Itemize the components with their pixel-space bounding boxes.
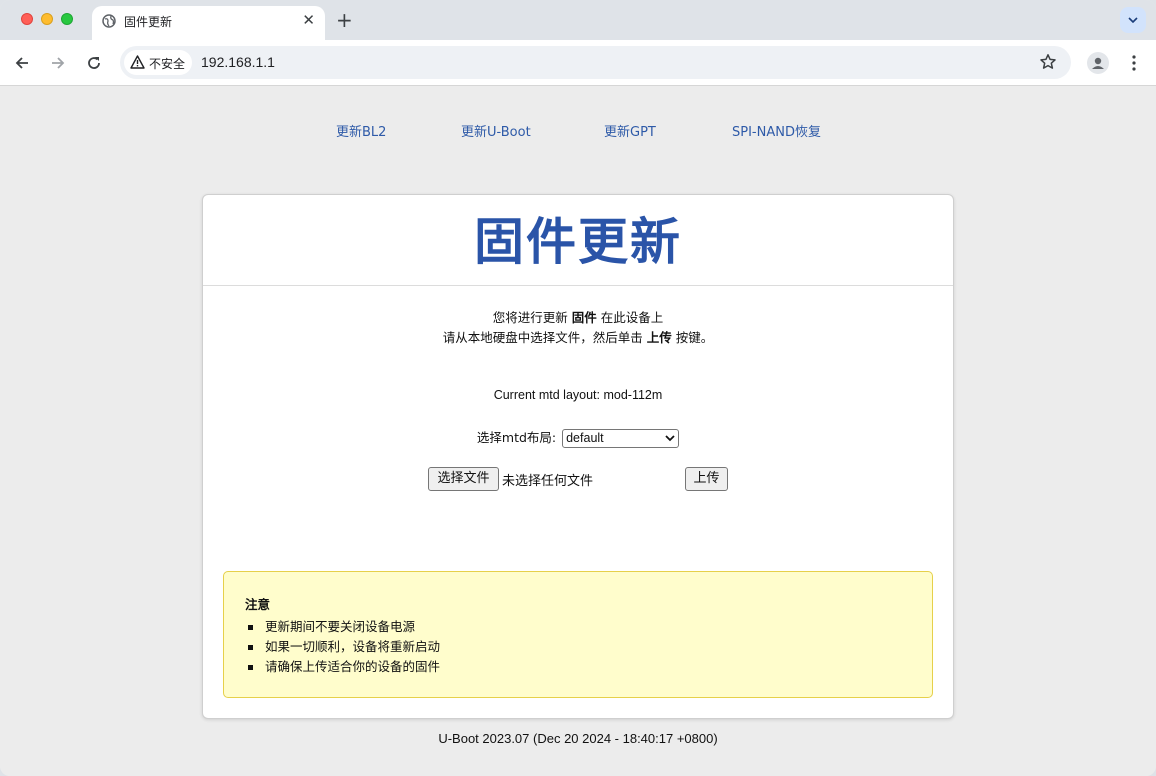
browser-window: 固件更新 ✕ + 不安全 192.168.1.1 更新BL2 更新U-Boot …	[0, 0, 1156, 776]
url-text[interactable]: 192.168.1.1	[201, 54, 275, 70]
tab-active[interactable]: 固件更新 ✕	[92, 6, 325, 40]
top-navigation: 更新BL2 更新U-Boot 更新GPT SPI-NAND恢复	[0, 121, 1156, 141]
page-content: 更新BL2 更新U-Boot 更新GPT SPI-NAND恢复 固件更新 您将进…	[0, 87, 1156, 776]
notice-heading: 注意	[245, 597, 271, 612]
nav-link-update-gpt[interactable]: 更新GPT	[604, 121, 656, 140]
intro-line-1-post: 在此设备上	[596, 310, 664, 325]
person-icon	[1092, 57, 1104, 69]
card-header: 固件更新	[203, 195, 953, 286]
back-arrow-icon[interactable]	[13, 54, 31, 72]
list-item: 更新期间不要关闭设备电源	[245, 617, 440, 637]
globe-icon	[102, 14, 116, 28]
firmware-update-card: 固件更新 您将进行更新 固件 在此设备上 请从本地硬盘中选择文件，然后单击 上传…	[202, 194, 954, 719]
intro-line-2-pre: 请从本地硬盘中选择文件，然后单击	[442, 330, 647, 345]
more-vert-icon[interactable]	[1126, 53, 1142, 73]
reload-icon[interactable]	[85, 54, 103, 72]
intro-line-1-bold: 固件	[571, 310, 597, 325]
close-window-button[interactable]	[21, 13, 33, 25]
nav-link-update-bl2[interactable]: 更新BL2	[336, 121, 386, 140]
intro-line-2-bold: 上传	[646, 330, 672, 345]
address-bar[interactable]: 不安全 192.168.1.1	[120, 46, 1071, 79]
layout-select-row: 选择mtd布局: default	[203, 427, 953, 448]
nav-link-spi-nand-recovery[interactable]: SPI-NAND恢复	[732, 121, 821, 140]
layout-select-label: 选择mtd布局:	[476, 430, 557, 445]
page-title: 固件更新	[474, 213, 682, 271]
layout-select-value: default	[566, 431, 604, 445]
browser-toolbar: 不安全 192.168.1.1	[0, 40, 1156, 86]
notice-box: 注意 更新期间不要关闭设备电源 如果一切顺利，设备将重新启动 请确保上传适合你的…	[223, 571, 933, 698]
intro-line-1: 您将进行更新 固件 在此设备上	[203, 308, 953, 328]
list-item: 如果一切顺利，设备将重新启动	[245, 637, 440, 657]
close-tab-icon[interactable]: ✕	[302, 11, 315, 29]
security-chip[interactable]: 不安全	[124, 50, 192, 75]
chevron-down-icon	[1128, 17, 1138, 23]
forward-arrow-icon[interactable]	[49, 54, 67, 72]
bookmark-star-icon[interactable]	[1039, 53, 1057, 71]
tab-search-button[interactable]	[1120, 7, 1146, 33]
upload-row: 选择文件 未选择任何文件 上传	[203, 467, 953, 491]
intro-line-2-post: 按键。	[671, 330, 714, 345]
list-item: 请确保上传适合你的设备的固件	[245, 657, 440, 677]
no-file-text: 未选择任何文件	[502, 474, 594, 489]
tab-strip: 固件更新 ✕ +	[0, 0, 1156, 40]
intro-line-2: 请从本地硬盘中选择文件，然后单击 上传 按键。	[203, 328, 953, 348]
notice-list: 更新期间不要关闭设备电源 如果一切顺利，设备将重新启动 请确保上传适合你的设备的…	[245, 617, 440, 677]
chevron-down-icon	[665, 435, 675, 442]
layout-select[interactable]: default	[562, 429, 680, 448]
minimize-window-button[interactable]	[41, 13, 53, 25]
security-label: 不安全	[149, 57, 186, 71]
upload-button[interactable]: 上传	[685, 467, 728, 491]
warning-icon	[130, 55, 145, 69]
maximize-window-button[interactable]	[61, 13, 73, 25]
tab-title: 固件更新	[124, 15, 173, 29]
choose-file-button[interactable]: 选择文件	[428, 467, 499, 491]
intro-text: 您将进行更新 固件 在此设备上 请从本地硬盘中选择文件，然后单击 上传 按键。	[203, 308, 953, 348]
profile-avatar[interactable]	[1087, 52, 1109, 74]
nav-link-update-uboot[interactable]: 更新U-Boot	[461, 121, 531, 140]
footer-version: U-Boot 2023.07 (Dec 20 2024 - 18:40:17 +…	[438, 731, 718, 746]
new-tab-button[interactable]: +	[336, 8, 353, 32]
current-layout-text: Current mtd layout: mod-112m	[493, 388, 663, 402]
intro-line-1-pre: 您将进行更新	[492, 310, 572, 325]
